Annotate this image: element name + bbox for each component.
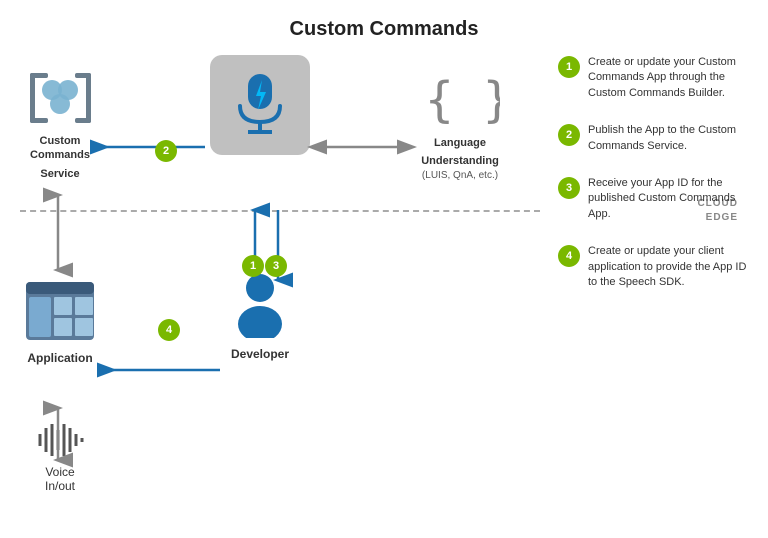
svg-text:{ }: { } bbox=[425, 72, 500, 127]
voice-label: VoiceIn/out bbox=[20, 465, 100, 493]
luis-sublabel: (LUIS, QnA, etc.) bbox=[415, 169, 505, 182]
application-label: Application bbox=[20, 351, 100, 365]
step-badge-2: 2 bbox=[558, 124, 580, 146]
page-title: Custom Commands bbox=[0, 0, 768, 41]
step-badge-4: 4 bbox=[558, 245, 580, 267]
step-badge-1: 1 bbox=[558, 56, 580, 78]
badge-4: 4 bbox=[158, 319, 180, 341]
luis-icon-group: { } Language Understanding (LUIS, QnA, e… bbox=[415, 72, 505, 182]
step-item-4: 4 Create or update your client applicati… bbox=[558, 244, 758, 290]
step-badge-3: 3 bbox=[558, 177, 580, 199]
step-text-4: Create or update your client application… bbox=[588, 244, 758, 290]
step-item-1: 1 Create or update your Custom Commands … bbox=[558, 55, 758, 101]
developer-label: Developer bbox=[220, 347, 300, 361]
step-text-2: Publish the App to the Custom Commands S… bbox=[588, 123, 758, 154]
badge-2: 2 bbox=[155, 140, 177, 162]
cc-service-label: Custom Commands bbox=[20, 134, 100, 163]
step-text-3: Receive your App ID for the published Cu… bbox=[588, 176, 758, 222]
voice-icon-group: VoiceIn/out bbox=[20, 420, 100, 493]
microphone-box bbox=[210, 55, 310, 155]
luis-label2: Understanding bbox=[415, 154, 505, 168]
luis-label: Language bbox=[415, 136, 505, 150]
badge-3: 3 bbox=[265, 255, 287, 277]
badge-1: 1 bbox=[242, 255, 264, 277]
steps-panel: 1 Create or update your Custom Commands … bbox=[558, 55, 758, 312]
application-icon-group: Application bbox=[20, 280, 100, 365]
step-item-3: 3 Receive your App ID for the published … bbox=[558, 176, 758, 222]
developer-icon-group: Developer bbox=[220, 270, 300, 361]
cc-service-label2: Service bbox=[20, 167, 100, 181]
cloud-edge-divider bbox=[20, 210, 540, 212]
cc-service-icon bbox=[25, 65, 95, 130]
step-text-1: Create or update your Custom Commands Ap… bbox=[588, 55, 758, 101]
cc-service-icon-group: Custom Commands Service bbox=[20, 65, 100, 181]
step-item-2: 2 Publish the App to the Custom Commands… bbox=[558, 123, 758, 154]
